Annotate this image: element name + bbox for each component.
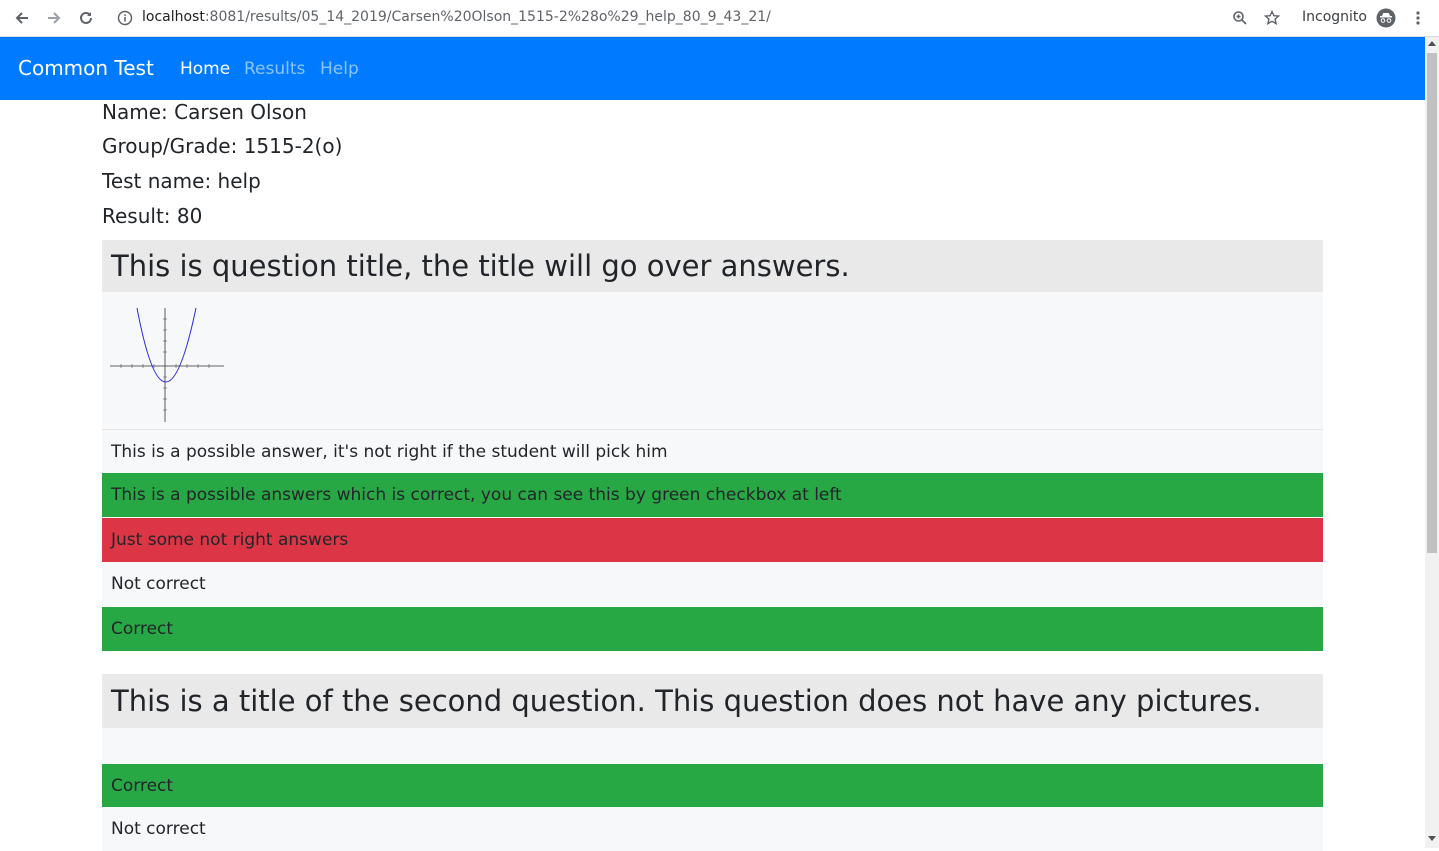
scroll-up-icon[interactable] (1428, 41, 1436, 46)
incognito-label: Incognito (1302, 9, 1367, 25)
question-title: This is question title, the title will g… (102, 240, 1323, 292)
answer-option-correct: This is a possible answers which is corr… (102, 473, 1323, 517)
nav-link-home[interactable]: Home (180, 59, 230, 79)
answer-option: Not correct (102, 807, 1323, 851)
nav-link-results[interactable]: Results (244, 59, 305, 79)
address-bar[interactable]: localhost:8081/results/05_14_2019/Carsen… (142, 9, 771, 25)
question-image-area (102, 728, 1323, 764)
site-info-button[interactable] (114, 7, 136, 29)
kebab-menu-icon (1416, 11, 1420, 25)
student-name: Name: Carsen Olson (102, 100, 307, 124)
answer-option-correct: Correct (102, 764, 1323, 807)
question-title: This is a title of the second question. … (102, 674, 1323, 728)
bookmark-button[interactable] (1261, 7, 1283, 29)
scroll-thumb[interactable] (1427, 53, 1437, 553)
info-icon (117, 10, 133, 26)
zoom-button[interactable] (1229, 7, 1251, 29)
answer-option-wrong: Just some not right answers (102, 518, 1323, 562)
navbar-brand[interactable]: Common Test (18, 56, 154, 80)
parabola-graph-image (110, 307, 224, 422)
zoom-icon (1233, 11, 1247, 25)
back-arrow-icon (15, 12, 28, 24)
browser-toolbar: localhost:8081/results/05_14_2019/Carsen… (0, 0, 1439, 37)
incognito-button[interactable] (1375, 7, 1397, 29)
scroll-down-icon[interactable] (1428, 836, 1436, 841)
url-host: localhost (142, 9, 205, 25)
forward-arrow-icon (48, 12, 61, 24)
reload-icon (80, 11, 92, 24)
browser-menu-button[interactable] (1407, 7, 1429, 29)
navbar: Common Test Home Results Help (0, 37, 1425, 100)
answer-option: This is a possible answer, it's not righ… (102, 429, 1323, 473)
reload-button[interactable] (75, 7, 97, 29)
test-result: Result: 80 (102, 204, 203, 228)
answer-option-correct: Correct (102, 607, 1323, 651)
star-icon (1264, 10, 1280, 25)
page-scrollbar[interactable] (1425, 37, 1439, 848)
url-path: :8081/results/05_14_2019/Carsen%20Olson_… (204, 9, 771, 25)
question-image-area (102, 292, 1323, 429)
forward-button[interactable] (43, 7, 65, 29)
nav-link-help[interactable]: Help (320, 59, 359, 79)
student-group: Group/Grade: 1515-2(o) (102, 134, 343, 158)
incognito-icon (1376, 8, 1396, 28)
answer-option: Not correct (102, 562, 1323, 606)
test-name: Test name: help (102, 169, 261, 193)
back-button[interactable] (11, 7, 33, 29)
